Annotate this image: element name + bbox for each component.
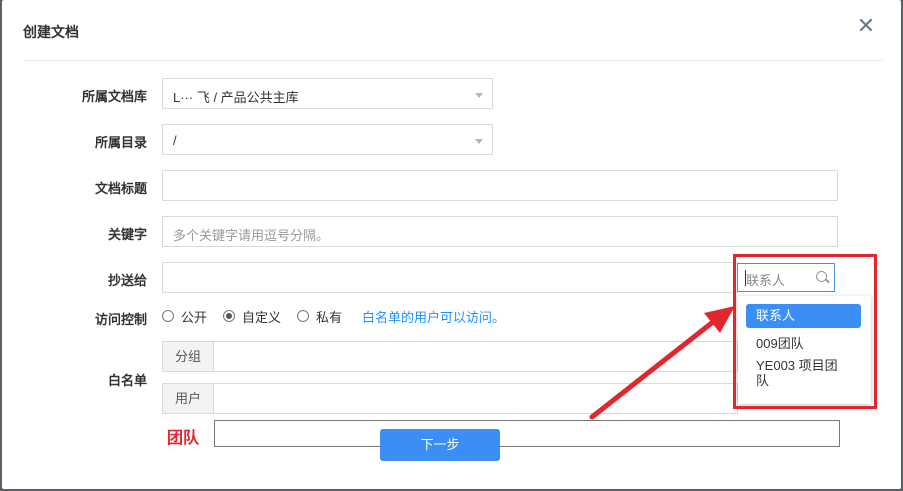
user-input[interactable] xyxy=(213,383,738,414)
team-label: 团队 xyxy=(167,430,200,447)
keywords-label: 关键字 xyxy=(107,227,147,242)
library-value: L··· 飞 / 产品公共主库 xyxy=(173,90,299,105)
directory-value: / xyxy=(173,133,177,148)
radio-public-label: 公开 xyxy=(181,309,208,325)
radio-private-label: 私有 xyxy=(316,309,343,325)
next-button[interactable]: 下一步 xyxy=(380,429,500,461)
library-label: 所属文档库 xyxy=(81,89,147,104)
radio-private[interactable] xyxy=(297,310,310,322)
chevron-down-icon xyxy=(475,93,483,98)
dialog-title: 创建文档 xyxy=(23,24,79,40)
library-select[interactable]: L··· 飞 / 产品公共主库 xyxy=(162,78,493,109)
group-input[interactable] xyxy=(213,341,738,372)
close-icon[interactable]: ✕ xyxy=(854,14,878,38)
cc-input[interactable] xyxy=(162,262,738,293)
radio-custom[interactable] xyxy=(223,310,236,322)
user-addon: 用户 xyxy=(162,383,214,414)
doc-title-input[interactable] xyxy=(162,170,838,201)
team-input[interactable] xyxy=(214,420,840,447)
chevron-down-icon xyxy=(475,139,483,144)
access-radio-group: 公开 自定义 私有 白名单的用户可以访问。 xyxy=(162,307,505,325)
directory-label: 所属目录 xyxy=(94,135,147,150)
create-document-dialog: 创建文档 ✕ 所属文档库 L··· 飞 / 产品公共主库 所属目录 / 文档标题… xyxy=(2,0,901,489)
keywords-input[interactable]: 多个关键字请用逗号分隔。 xyxy=(162,216,838,247)
cc-label: 抄送给 xyxy=(107,273,147,288)
keywords-placeholder: 多个关键字请用逗号分隔。 xyxy=(173,228,330,243)
radio-custom-label: 自定义 xyxy=(242,309,282,325)
annotation-highlight-box xyxy=(733,254,877,409)
access-label: 访问控制 xyxy=(94,312,147,327)
whitelist-label: 白名单 xyxy=(107,373,147,388)
header-divider xyxy=(23,60,883,61)
doc-title-label: 文档标题 xyxy=(94,181,147,196)
radio-public[interactable] xyxy=(162,310,174,322)
group-addon: 分组 xyxy=(162,341,214,372)
directory-select[interactable]: / xyxy=(162,124,493,155)
access-hint: 白名单的用户可以访问。 xyxy=(362,309,506,325)
